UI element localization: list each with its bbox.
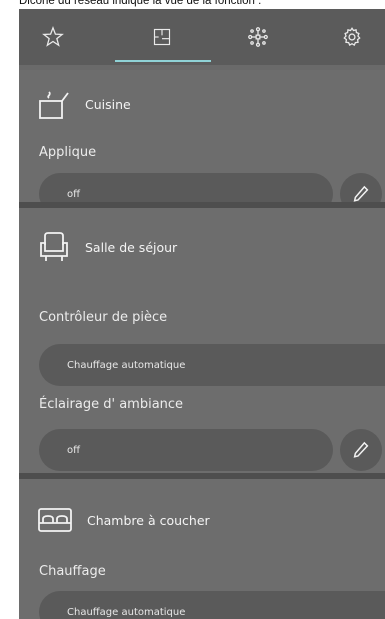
caption-text: Dicone du réseau indique la vue de la fo…	[19, 0, 262, 7]
room-card-chambre-a-coucher: Chambre à coucher Chauffage Chauffage au…	[19, 479, 385, 619]
room-name: Cuisine	[85, 96, 131, 112]
armchair-icon	[37, 230, 71, 264]
tab-rooms[interactable]	[142, 19, 182, 55]
tab-bar	[19, 9, 385, 65]
active-tab-indicator	[115, 60, 211, 62]
device-label: Éclairage d' ambiance	[39, 397, 184, 412]
tab-favorites[interactable]	[33, 19, 73, 55]
floorplan-icon	[153, 28, 171, 46]
device-label: Applique	[39, 145, 97, 160]
edit-button[interactable]	[340, 429, 382, 471]
kitchen-pot-icon	[37, 87, 71, 121]
room-header: Chambre à coucher	[37, 505, 210, 535]
star-icon	[42, 26, 64, 47]
device-value-pill[interactable]: Chauffage automatique	[39, 591, 385, 619]
room-name: Salle de séjour	[85, 239, 178, 255]
room-card-cuisine: Cuisine Applique off	[19, 70, 385, 215]
bed-icon	[37, 505, 73, 535]
device-label: Chauffage	[39, 564, 106, 579]
room-card-salle-de-sejour: Salle de séjour Contrôleur de pièce Chau…	[19, 208, 385, 473]
device-value-pill[interactable]: Chauffage automatique	[39, 344, 385, 386]
device-value-pill[interactable]: off	[39, 429, 333, 471]
room-name: Chambre à coucher	[87, 512, 210, 528]
tab-settings[interactable]	[332, 19, 372, 55]
pencil-icon	[353, 185, 369, 202]
gear-icon	[343, 27, 361, 46]
pencil-icon	[353, 441, 369, 458]
room-header: Salle de séjour	[37, 230, 177, 264]
device-label: Contrôleur de pièce	[39, 310, 168, 325]
tab-functions[interactable]	[238, 19, 278, 55]
app-screen: Cuisine Applique off Salle de séjour Con…	[19, 9, 385, 619]
network-icon	[248, 27, 268, 47]
room-header: Cuisine	[37, 87, 131, 121]
